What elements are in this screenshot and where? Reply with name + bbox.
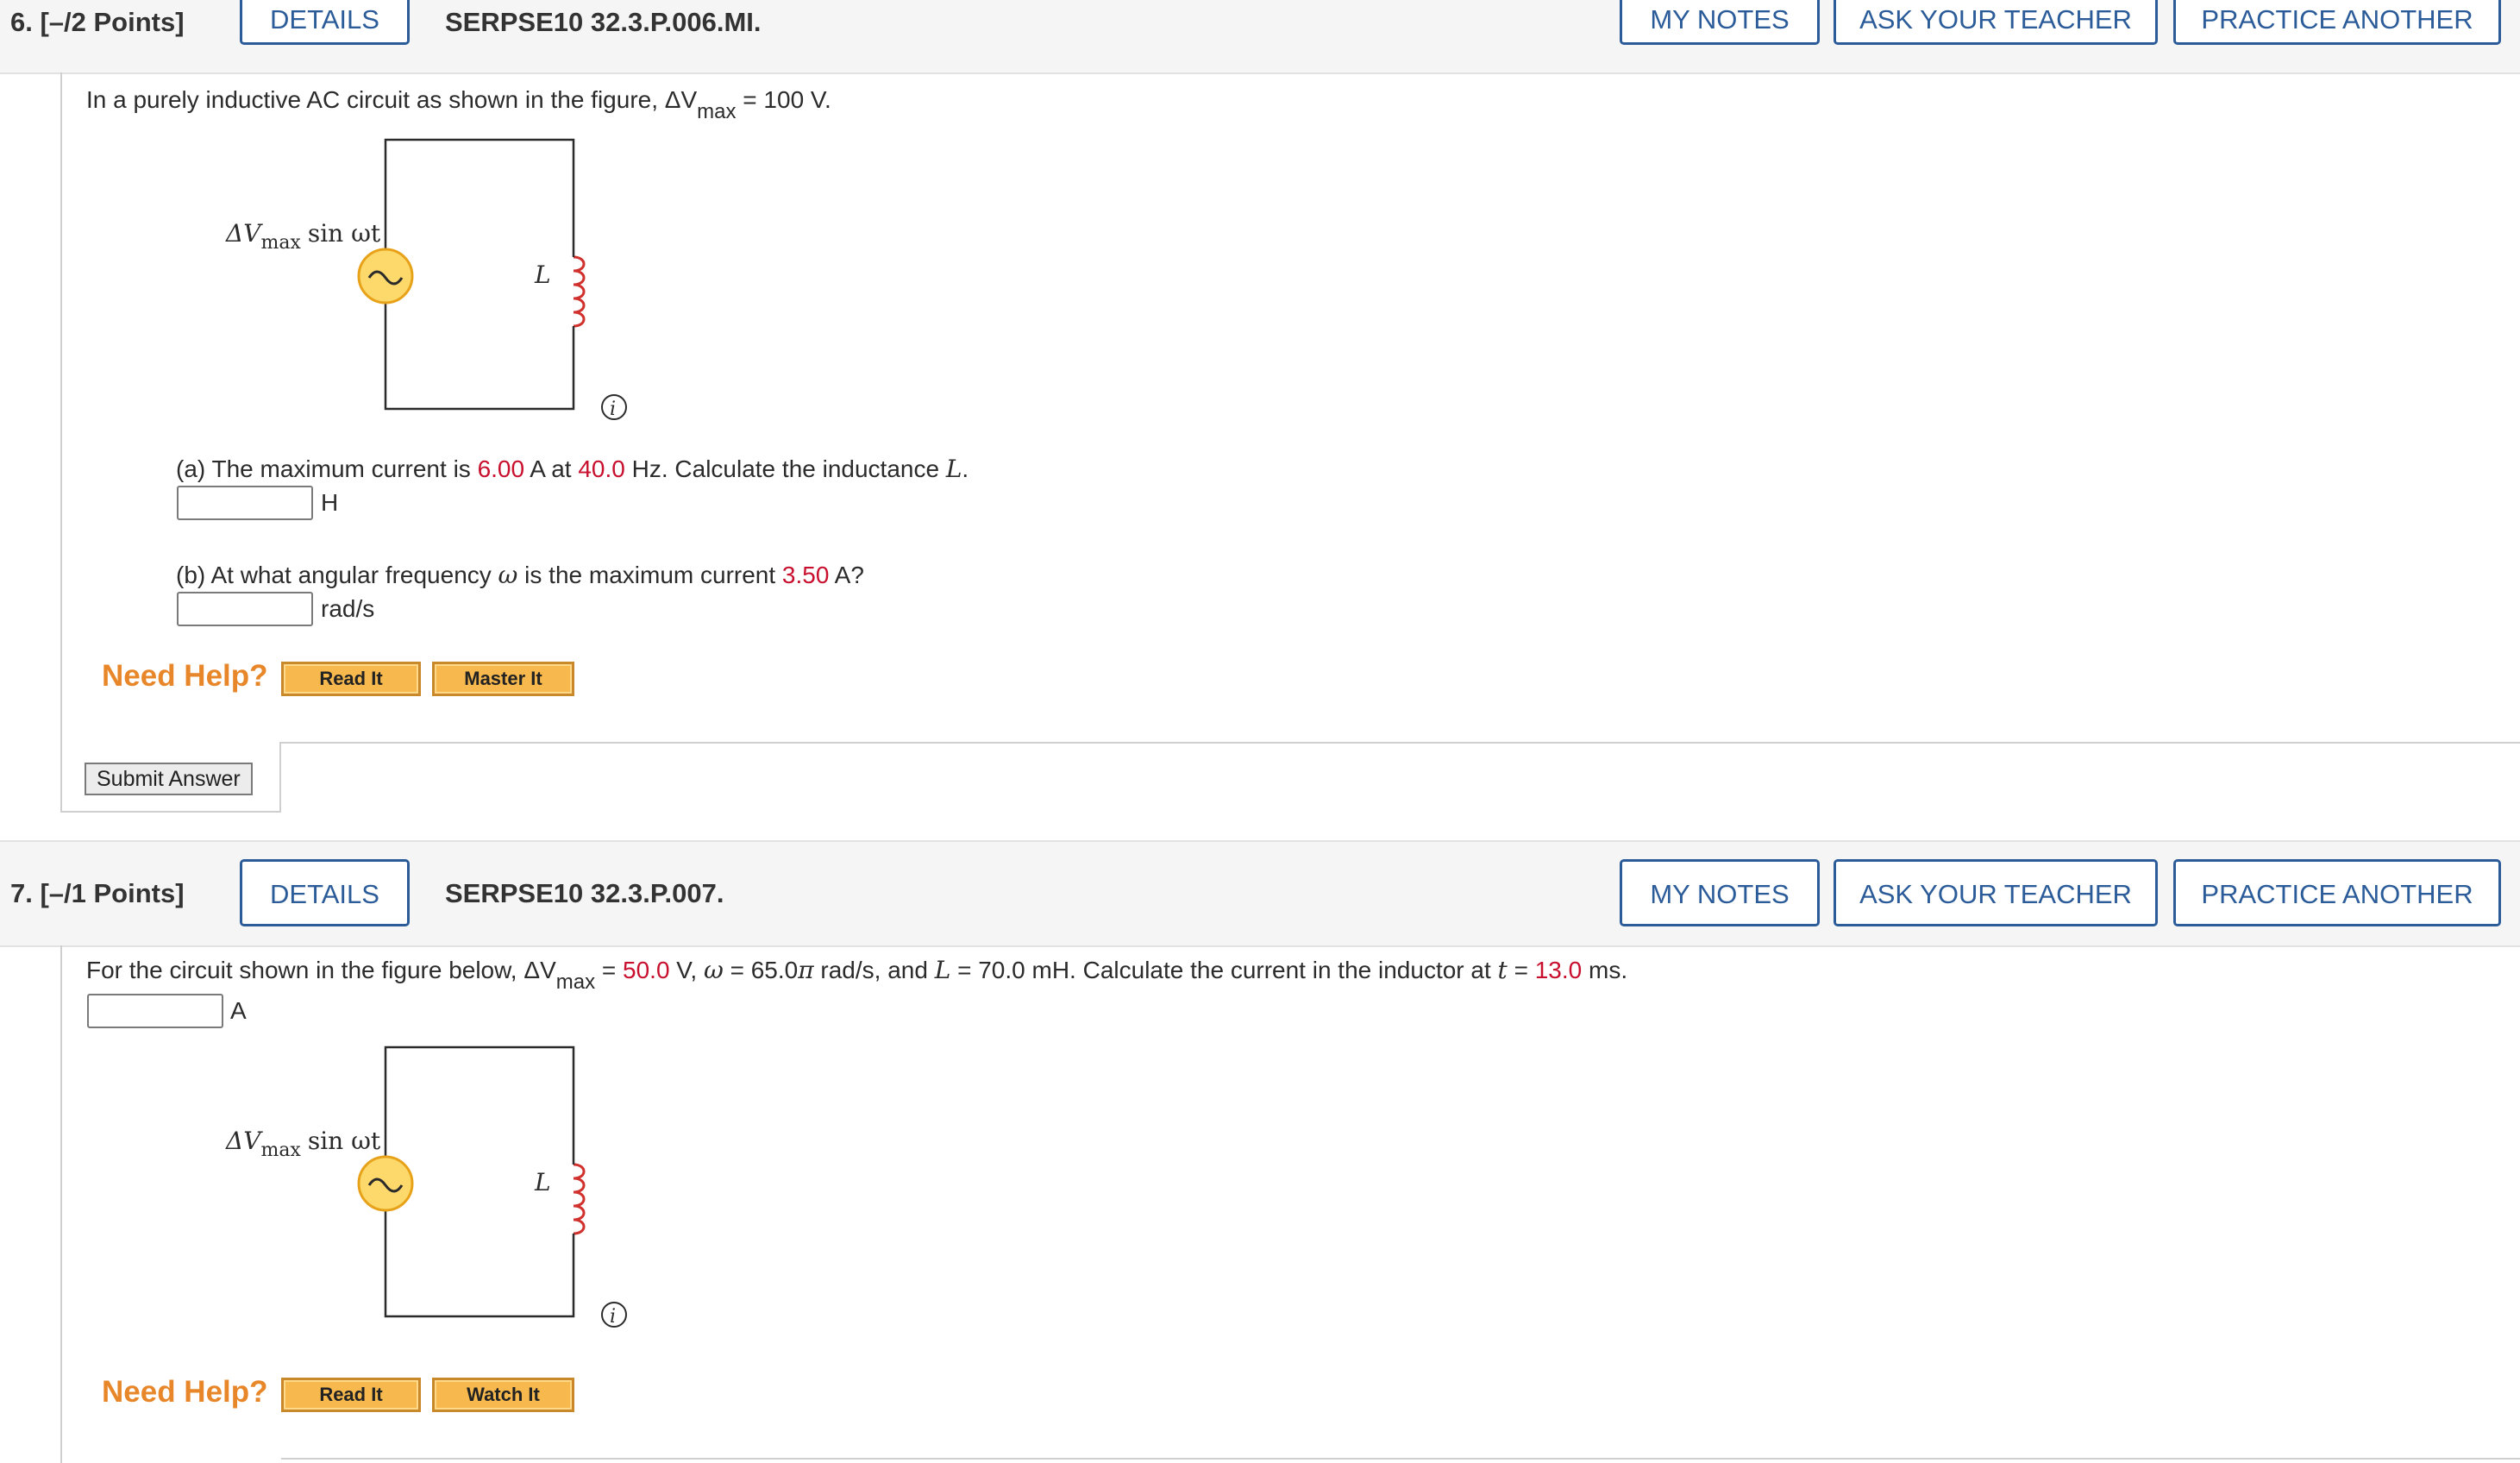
question-6-header: 6. [–/2 Points] DETAILS SERPSE10 32.3.P.… [0, 0, 2520, 74]
question-6-part-b-prompt: (b) At what angular frequency ω is the m… [176, 561, 864, 589]
question-6-master-it-button[interactable]: Master It [432, 662, 574, 696]
question-6-submit-answer-button[interactable]: Submit Answer [85, 763, 253, 795]
question-7-unit: A [230, 997, 247, 1024]
source-label: ΔVmax sin ωt [225, 1127, 381, 1161]
question-7-prompt: For the circuit shown in the figure belo… [86, 956, 1628, 994]
question-7-read-it-button[interactable]: Read It [281, 1378, 421, 1412]
question-6-read-it-button[interactable]: Read It [281, 662, 421, 696]
question-6-need-help-label: Need Help? [102, 659, 268, 693]
question-6-part-a-unit: H [321, 489, 339, 516]
question-6-points: 6. [–/2 Points] [10, 7, 185, 37]
question-7-circuit-figure: ΔVmax sin ωt L i [225, 1045, 627, 1328]
question-7-watch-it-button[interactable]: Watch It [432, 1378, 574, 1412]
question-6-practice-another-button[interactable]: PRACTICE ANOTHER [2173, 0, 2501, 45]
question-6-code: SERPSE10 32.3.P.006.MI. [445, 7, 762, 37]
question-6-part-a-answer-input[interactable] [177, 486, 313, 520]
question-7-my-notes-button[interactable]: MY NOTES [1620, 859, 1820, 926]
question-6-ask-teacher-button[interactable]: ASK YOUR TEACHER [1834, 0, 2158, 45]
question-7-frame [60, 945, 62, 1463]
question-7-need-help-label: Need Help? [102, 1375, 268, 1409]
question-7-answer-input[interactable] [87, 994, 223, 1028]
question-7-details-button[interactable]: DETAILS [240, 859, 410, 926]
question-7-practice-another-button[interactable]: PRACTICE ANOTHER [2173, 859, 2501, 926]
question-7-bottom-divider [281, 1458, 2520, 1460]
svg-text:i: i [610, 399, 616, 420]
question-6-part-b-unit: rad/s [321, 595, 375, 622]
ac-source-icon [357, 248, 414, 305]
question-6-circuit-figure: ΔVmax sin ωt L i [225, 138, 627, 420]
question-6-details-button[interactable]: DETAILS [240, 0, 410, 45]
question-7-code: SERPSE10 32.3.P.007. [445, 878, 724, 908]
inductor-label: L [534, 1168, 551, 1196]
question-6-my-notes-button[interactable]: MY NOTES [1620, 0, 1820, 45]
question-6-part-b-answer-input[interactable] [177, 592, 313, 626]
svg-text:i: i [610, 1306, 616, 1328]
info-icon[interactable]: i [601, 1302, 627, 1328]
question-7-points: 7. [–/1 Points] [10, 878, 185, 908]
question-6-part-a-prompt: (a) The maximum current is 6.00 A at 40.… [176, 455, 969, 483]
inductor-label: L [534, 261, 551, 289]
info-icon[interactable]: i [601, 394, 627, 420]
ac-source-icon [357, 1155, 414, 1212]
source-label: ΔVmax sin ωt [225, 219, 381, 254]
question-6-intro: In a purely inductive AC circuit as show… [86, 86, 831, 123]
question-7-header: 7. [–/1 Points] DETAILS SERPSE10 32.3.P.… [0, 840, 2520, 947]
question-7-ask-teacher-button[interactable]: ASK YOUR TEACHER [1834, 859, 2158, 926]
